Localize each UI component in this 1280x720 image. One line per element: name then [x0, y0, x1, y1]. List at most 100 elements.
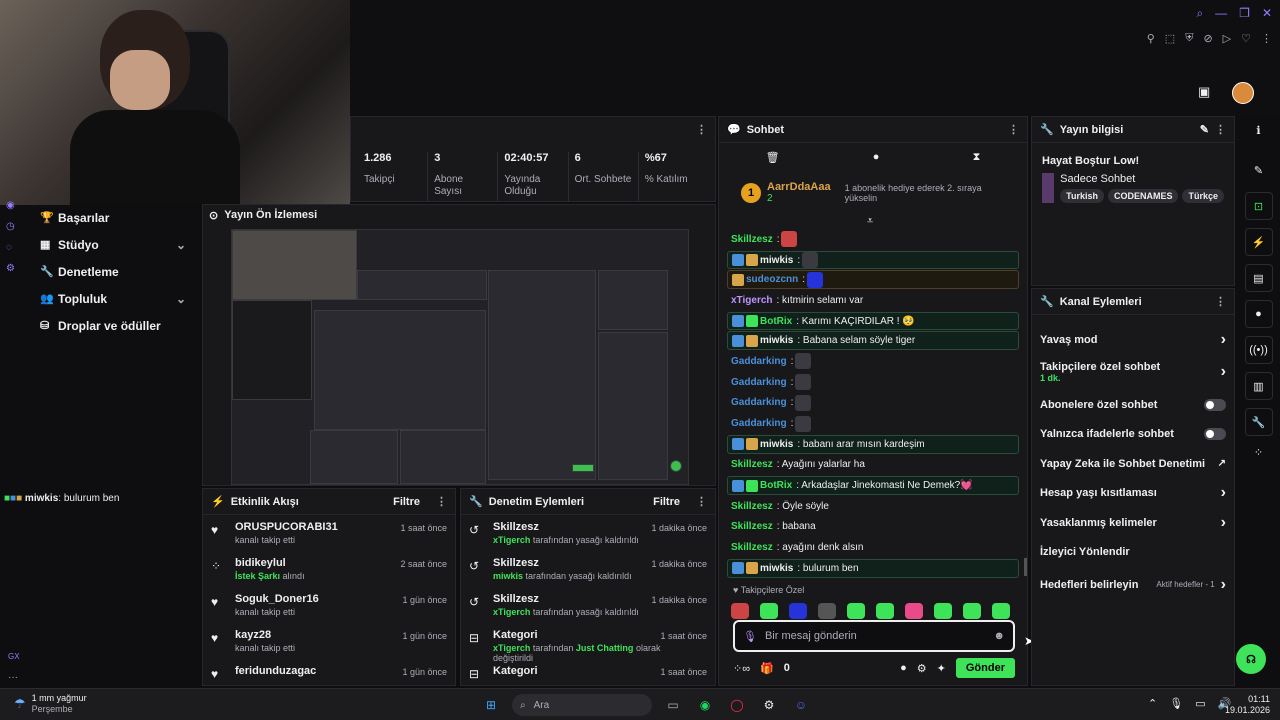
chat-message[interactable]: xTigerch: kıtmirin selamı var [727, 290, 1019, 311]
mod-row[interactable]: ⊟ Kategori xTigerch tarafından Just Chatti… [461, 623, 715, 663]
actions-menu-icon[interactable]: ⋮ [1209, 295, 1226, 308]
chat-username[interactable]: BotRix [760, 480, 792, 491]
rail-note-icon[interactable]: ▤ [1244, 264, 1273, 292]
chat-username[interactable]: Gaddarking [731, 397, 787, 408]
chat-message[interactable]: Gaddarking: [727, 372, 1019, 393]
rail-points-icon[interactable]: ⁘ [1254, 446, 1263, 459]
rail-clip-icon[interactable]: ⊡ [1244, 192, 1273, 220]
mod-row[interactable]: ↺ Skillzesz xTigerch tarafından yasağı kal… [461, 587, 715, 623]
windows-start-icon[interactable]: ⊞ [480, 694, 502, 716]
restore-icon[interactable]: ❐ [1239, 6, 1250, 21]
rail-broadcast-icon[interactable]: ((•)) [1244, 336, 1273, 364]
info-icon[interactable]: ℹ [1256, 116, 1260, 144]
send-button[interactable]: Gönder [955, 658, 1015, 678]
clock[interactable]: 01:11 19.01.2026 [1225, 694, 1270, 716]
weather-widget[interactable]: ☂ 1 mm yağmur Perşembe [14, 693, 87, 715]
chat-message[interactable]: Gaddarking: [727, 413, 1019, 434]
opera-gx-icon[interactable]: ◯ [726, 694, 748, 716]
shield-icon[interactable]: ⛨ [1185, 32, 1193, 45]
rail-layout-icon[interactable]: ▥ [1244, 372, 1273, 400]
mic-icon[interactable]: 🎙 [1169, 697, 1183, 710]
chat-message[interactable]: miwkis: [727, 250, 1019, 270]
chat-message[interactable]: BotRix: Karımı KAÇIRDILAR ! 🥺 [727, 311, 1019, 331]
nav-moderation[interactable]: 🔧 Denetleme [28, 258, 198, 285]
play-icon[interactable]: ▷ [1223, 32, 1231, 45]
emote-icon[interactable] [847, 603, 865, 619]
gamepad-icon[interactable]: ▣ [1198, 84, 1210, 100]
channel-action-row[interactable]: Yalnızca ifadelerle sohbet [1032, 420, 1234, 449]
edit-icon[interactable]: ✎ [1200, 123, 1209, 136]
rail-more-icon[interactable]: ··· [8, 672, 18, 683]
preview-image[interactable] [231, 229, 689, 485]
chat-message[interactable]: Skillzesz: babana [727, 517, 1019, 538]
tag[interactable]: CODENAMES [1107, 189, 1179, 203]
info-menu-icon[interactable]: ⋮ [1209, 123, 1226, 136]
chat-message[interactable]: miwkis: babanı arar mısın kardeşim [727, 434, 1019, 454]
chat-message[interactable]: Skillzesz: Öyle söyle [727, 496, 1019, 517]
chat-message[interactable]: Gaddarking: [727, 351, 1019, 372]
feed-row[interactable]: ♥ kayz28 kanalı takip etti 1 gün önce [203, 623, 455, 659]
trash-icon[interactable]: 🗑 [766, 151, 780, 164]
category-name[interactable]: Sadece Sohbet [1060, 173, 1224, 185]
chat-username[interactable]: miwkis [760, 439, 793, 450]
nav-studio[interactable]: ▦ Stüdyo ⌄ [28, 231, 198, 258]
chat-message[interactable]: miwkis: Babana selam söyle tiger [727, 331, 1019, 351]
chat-username[interactable]: Skillzesz [731, 234, 773, 245]
rail-chat-icon[interactable]: ● [1244, 300, 1273, 328]
steam-icon[interactable]: ⚙ [758, 694, 780, 716]
emote-icon[interactable] [876, 603, 894, 619]
crop-icon[interactable]: ⬚ [1165, 32, 1175, 45]
chat-scrollbar[interactable] [1024, 558, 1027, 576]
channel-action-row[interactable]: Yasaklanmış kelimeler › [1032, 508, 1234, 537]
toggle-switch[interactable] [1204, 428, 1226, 441]
channel-action-row[interactable]: Hesap yaşı kısıtlaması › [1032, 479, 1234, 508]
chat-message[interactable]: miwkis: bulurum ben [727, 559, 1019, 578]
emote-icon[interactable] [789, 603, 807, 619]
channel-action-row[interactable]: Abonelere özel sohbet [1032, 390, 1234, 419]
chat-username[interactable]: Skillzesz [731, 542, 773, 553]
emote-icon[interactable] [818, 603, 836, 619]
chat-bubble-icon[interactable]: ● [873, 151, 880, 164]
stop-icon[interactable]: ⊘ [1203, 32, 1212, 45]
badge-icon[interactable]: ✦ [937, 662, 946, 675]
discord-icon[interactable]: ☺ [790, 694, 812, 716]
search-icon[interactable]: ⌕ [1196, 6, 1203, 21]
chat-username[interactable]: xTigerch [731, 295, 773, 306]
mod-row[interactable]: ↺ Skillzesz xTigerch tarafından yasağı kal… [461, 515, 715, 551]
gift-icon[interactable]: 🎁 [760, 662, 774, 675]
more-icon[interactable]: ⋮ [1261, 32, 1272, 45]
rail-icon-3[interactable]: ◌ [6, 242, 22, 253]
rail-gx-icon[interactable]: GX [8, 652, 20, 661]
spotify-icon[interactable]: ◉ [694, 694, 716, 716]
settings-icon[interactable]: ⚙ [6, 263, 22, 274]
mic-icon[interactable]: 🎙 [743, 630, 757, 643]
taskbar-search[interactable]: ⌕ Ara [512, 694, 652, 716]
chat-username[interactable]: Skillzesz [731, 521, 773, 532]
chat-username[interactable]: Skillzesz [731, 501, 773, 512]
chat-username[interactable]: Gaddarking [731, 418, 787, 429]
tag[interactable]: Türkçe [1182, 189, 1224, 203]
network-icon[interactable]: ▭ [1195, 697, 1205, 710]
chat-username[interactable]: miwkis [760, 563, 793, 574]
chat-input[interactable]: 🎙 Bir mesaj gönderin ☻ [733, 620, 1015, 652]
emoji-icon[interactable]: ☻ [993, 630, 1005, 642]
chat-menu-icon[interactable]: ⋮ [1002, 123, 1019, 136]
nav-drops[interactable]: ⛁ Droplar ve ödüller [28, 312, 198, 339]
rail-icon-1[interactable]: ◉ [6, 200, 22, 211]
mod-filter-button[interactable]: Filtre [653, 496, 680, 508]
chat-message[interactable]: Skillzesz: ayağını denk alsın [727, 537, 1019, 558]
chat-username[interactable]: miwkis [760, 335, 793, 346]
chat-username[interactable]: BotRix [760, 316, 792, 327]
settings-icon[interactable]: ⚙ [917, 662, 927, 675]
edit-icon[interactable]: ✎ [1254, 156, 1263, 184]
close-icon[interactable]: ✕ [1262, 6, 1272, 21]
rail-icon-2[interactable]: ◷ [6, 221, 22, 232]
chat-message[interactable]: BotRix: Arkadaşlar Jinekomasti Ne Demek?… [727, 476, 1019, 495]
emote-icon[interactable] [731, 603, 749, 619]
chat-username[interactable]: sudeozcnn [746, 274, 798, 285]
channel-action-row[interactable]: Hedefleri belirleyin Aktif hedefler - 1 › [1032, 567, 1234, 603]
chat-message[interactable]: Gaddarking: [727, 393, 1019, 414]
chat-message[interactable]: sudeozcnn: [727, 270, 1019, 290]
rail-wrench-icon[interactable]: 🔧 [1244, 408, 1273, 436]
chevron-up-icon[interactable]: ⌃ [1148, 697, 1157, 710]
